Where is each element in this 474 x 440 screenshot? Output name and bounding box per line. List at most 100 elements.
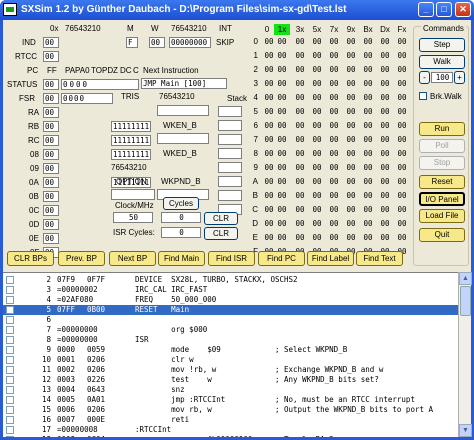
breakpoint-checkbox[interactable] (6, 376, 14, 384)
bank-cell[interactable]: 00 (377, 37, 393, 46)
listing-row[interactable]: 8 =00000000 ISR (3, 335, 458, 345)
rc-value[interactable]: 00 (43, 135, 59, 146)
bank-cell[interactable]: 00 (377, 79, 393, 88)
bank-cell[interactable]: 00 (309, 149, 325, 158)
r0d-value[interactable]: 00 (43, 219, 59, 230)
bank-cell[interactable]: 00 (394, 163, 410, 172)
status-value[interactable]: 00 (43, 79, 59, 90)
listing-row[interactable]: 9 0000 0059 mode $09 ; Select WKPND_B (3, 345, 458, 355)
bank-cell[interactable]: 00 (394, 233, 410, 242)
bank-cell[interactable]: 00 (326, 107, 342, 116)
bank-cell[interactable]: 00 (326, 233, 342, 242)
bank-cell[interactable]: 00 (343, 233, 359, 242)
listing-row[interactable]: 11 0002 0206 mov !rb, w ; Exchange WKPND_B… (3, 365, 458, 375)
bank-cell[interactable]: 00 (343, 163, 359, 172)
breakpoint-checkbox[interactable] (6, 276, 14, 284)
bank-header-9x[interactable]: 9x (343, 24, 359, 35)
bank-cell[interactable]: 00 (360, 233, 376, 242)
bank-cell[interactable]: 00 (394, 93, 410, 102)
bank-cell[interactable]: 00 (377, 107, 393, 116)
bank-cell[interactable]: 00 (274, 121, 290, 130)
breakpoint-checkbox[interactable] (6, 356, 14, 364)
bank-cell[interactable]: 00 (326, 79, 342, 88)
bank-cell[interactable]: 00 (326, 149, 342, 158)
bank-cell[interactable]: 00 (274, 219, 290, 228)
bank-header-1x[interactable]: 1x (274, 24, 290, 35)
bank-cell[interactable]: 00 (360, 205, 376, 214)
bank-cell[interactable]: 00 (360, 191, 376, 200)
breakpoint-checkbox[interactable] (6, 436, 14, 437)
fsr-bits[interactable]: 0000 (61, 93, 113, 104)
bank-cell[interactable]: 00 (326, 65, 342, 74)
bank-cell[interactable]: 00 (326, 177, 342, 186)
r0b-value[interactable]: 00 (43, 191, 59, 202)
bank-cell[interactable]: 00 (292, 65, 308, 74)
prev-bp-button[interactable]: Prev. BP (58, 251, 105, 266)
bank-cell[interactable]: 00 (394, 37, 410, 46)
bank-cell[interactable]: 00 (326, 135, 342, 144)
breakpoint-checkbox[interactable] (6, 286, 14, 294)
listing-row[interactable]: 3 =00000002 IRC_CAL IRC_FAST (3, 285, 458, 295)
poll-button[interactable]: Poll (419, 139, 465, 153)
bank-cell[interactable]: 00 (274, 51, 290, 60)
bank-cell[interactable]: 00 (394, 205, 410, 214)
bank-cell[interactable]: 00 (309, 205, 325, 214)
bank-cell[interactable]: 00 (274, 79, 290, 88)
reset-button[interactable]: Reset (419, 175, 465, 189)
bank-cell[interactable]: 00 (343, 121, 359, 130)
bank-cell[interactable]: 00 (309, 51, 325, 60)
r0a-value[interactable]: 00 (43, 177, 59, 188)
breakpoint-checkbox[interactable] (6, 366, 14, 374)
bank-cell[interactable]: 00 (309, 79, 325, 88)
bank-header-5x[interactable]: 5x (309, 24, 325, 35)
breakpoint-checkbox[interactable] (6, 346, 14, 354)
listing-row[interactable]: 14 0005 0A01 jmp :RTCCInt ; No, must be an… (3, 395, 458, 405)
bank-cell[interactable]: 00 (326, 219, 342, 228)
bank-cell[interactable]: 00 (292, 219, 308, 228)
minimize-button[interactable]: _ (418, 2, 434, 17)
bank-cell[interactable]: 00 (309, 163, 325, 172)
bank-cell[interactable]: 00 (360, 37, 376, 46)
bank-cell[interactable]: 00 (274, 233, 290, 242)
listing-row[interactable]: 4 =02AF080 FREQ 50_000_000 (3, 295, 458, 305)
bank-cell[interactable]: 00 (309, 93, 325, 102)
bank-header-dx[interactable]: Dx (377, 24, 393, 35)
bank-cell[interactable]: 00 (326, 163, 342, 172)
bank-cell[interactable]: 00 (377, 177, 393, 186)
bank-cell[interactable]: 00 (309, 121, 325, 130)
bank-cell[interactable]: 00 (360, 163, 376, 172)
cycles-clr-button[interactable]: CLR (204, 212, 238, 225)
ra-value[interactable]: 00 (43, 107, 59, 118)
bank-cell[interactable]: 00 (274, 163, 290, 172)
bank-cell[interactable]: 00 (394, 191, 410, 200)
bank-cell[interactable]: 00 (309, 65, 325, 74)
r0e-value[interactable]: 00 (43, 233, 59, 244)
bank-cell[interactable]: 00 (343, 93, 359, 102)
close-button[interactable]: ✕ (455, 2, 471, 17)
bank-cell[interactable]: 00 (309, 37, 325, 46)
bank-cell[interactable]: 00 (343, 219, 359, 228)
listing-row[interactable]: 7 =00000000 org $000 (3, 325, 458, 335)
bank-cell[interactable]: 00 (360, 51, 376, 60)
m-value[interactable]: F (126, 37, 138, 48)
bank-header-fx[interactable]: Fx (394, 24, 410, 35)
bank-cell[interactable]: 00 (394, 135, 410, 144)
walk-button[interactable]: Walk (419, 55, 465, 69)
listing-row[interactable]: 17 =00000008:RTCCInt (3, 425, 458, 435)
bank-cell[interactable]: 00 (360, 65, 376, 74)
bank-cell[interactable]: 00 (326, 121, 342, 130)
bank-cell[interactable]: 00 (292, 177, 308, 186)
bank-cell[interactable]: 00 (394, 219, 410, 228)
bank-header-7x[interactable]: 7x (326, 24, 342, 35)
step-button[interactable]: Step (419, 38, 465, 52)
bank-cell[interactable]: 00 (292, 107, 308, 116)
bank-cell[interactable]: 00 (360, 93, 376, 102)
bank-cell[interactable]: 00 (274, 149, 290, 158)
r09-value[interactable]: 00 (43, 163, 59, 174)
bank-cell[interactable]: 00 (360, 135, 376, 144)
cycles-button[interactable]: Cycles (163, 197, 199, 210)
bank-cell[interactable]: 00 (326, 93, 342, 102)
bank-cell[interactable]: 00 (274, 37, 290, 46)
bank-cell[interactable]: 00 (377, 51, 393, 60)
bank-cell[interactable]: 00 (377, 219, 393, 228)
